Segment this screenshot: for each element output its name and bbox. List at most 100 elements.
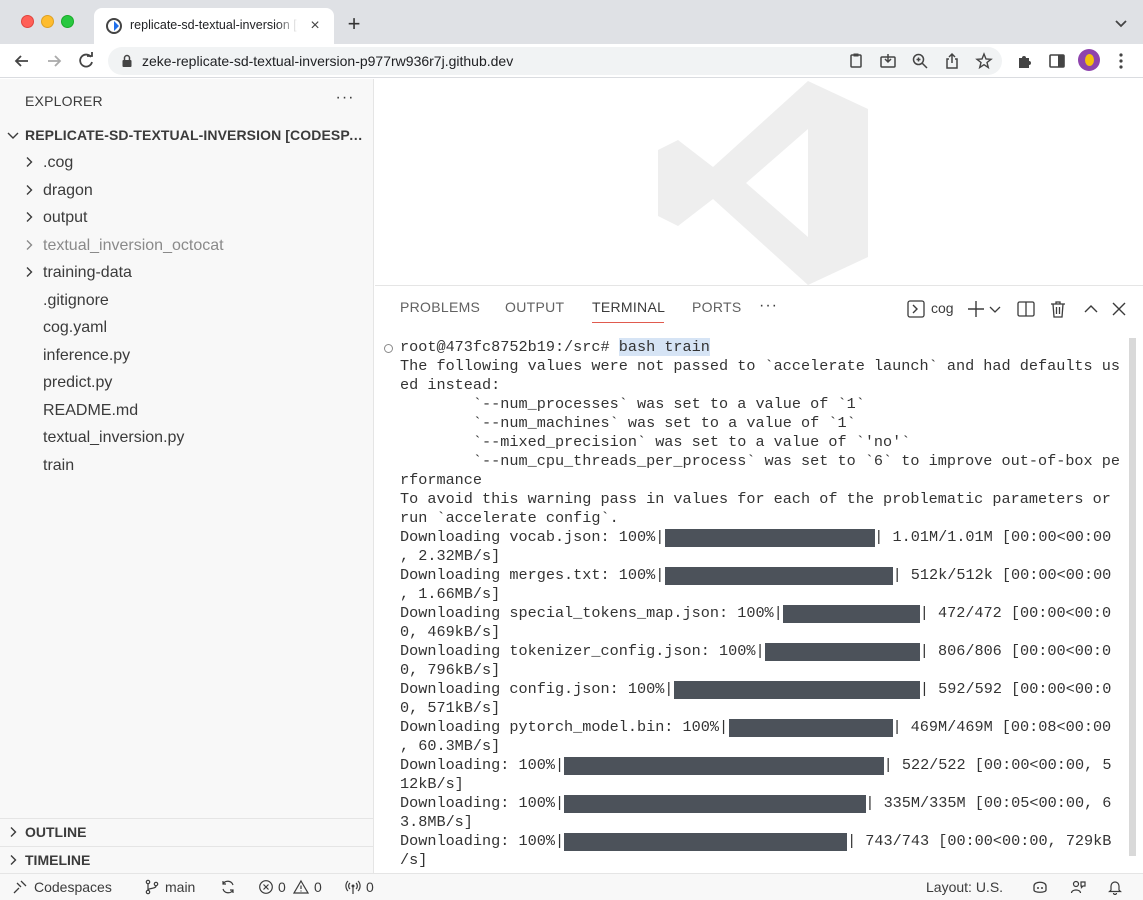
terminal-command: bash train <box>618 338 710 356</box>
branch-label[interactable]: main <box>165 879 195 895</box>
download-rate-line: 0, 469kB/s] <box>400 623 501 641</box>
vscode-logo-watermark-icon <box>658 81 868 285</box>
download-progress-bar <box>728 719 893 737</box>
warning-icon[interactable] <box>293 879 309 895</box>
tree-item-label: dragon <box>43 181 93 199</box>
terminal-prompt: root@473fc8752b19:/src# <box>400 338 619 356</box>
chevron-right-icon <box>26 157 33 167</box>
chevron-down-icon <box>7 132 19 139</box>
tree-file-item[interactable]: cog.yaml <box>0 315 374 341</box>
tab-search-chevron-icon[interactable] <box>1112 14 1130 32</box>
remote-indicator-icon[interactable] <box>12 879 28 895</box>
remote-label[interactable]: Codespaces <box>34 879 112 895</box>
browser-tab[interactable]: replicate-sd-textual-inversion [Codespac… <box>94 8 334 44</box>
side-panel-icon[interactable] <box>1048 52 1066 70</box>
download-progress-bar <box>664 567 894 585</box>
tree-file-item[interactable]: inference.py <box>0 343 374 369</box>
download-progress-bar <box>783 605 921 623</box>
browser-menu-icon[interactable] <box>1112 51 1130 71</box>
terminal-scrollbar[interactable] <box>1129 338 1136 856</box>
lock-icon[interactable] <box>120 54 134 68</box>
panel-more-icon[interactable]: ··· <box>759 297 778 315</box>
kill-terminal-trash-icon[interactable] <box>1048 299 1068 319</box>
terminal-output[interactable]: root@473fc8752b19:/src# bash train The f… <box>375 338 1130 870</box>
profile-avatar[interactable] <box>1078 49 1100 71</box>
sync-icon[interactable] <box>220 879 236 895</box>
tree-folder-item[interactable]: output <box>0 205 374 231</box>
tree-folder-item[interactable]: training-data <box>0 260 374 286</box>
address-bar[interactable]: zeke-replicate-sd-textual-inversion-p977… <box>108 47 1002 75</box>
tab-title: replicate-sd-textual-inversion [Codespac… <box>130 18 298 34</box>
minimize-window-button[interactable] <box>41 15 54 28</box>
notifications-bell-icon[interactable] <box>1107 879 1123 895</box>
tree-folder-item[interactable]: .cog <box>0 150 374 176</box>
new-tab-button[interactable]: + <box>342 12 366 36</box>
download-label: Downloading tokenizer_config.json: 100%| <box>400 642 765 660</box>
split-terminal-icon[interactable] <box>1016 299 1036 319</box>
tree-file-item[interactable]: textual_inversion.py <box>0 425 374 451</box>
bookmark-star-icon[interactable] <box>975 52 993 70</box>
tree-file-item[interactable]: .gitignore <box>0 288 374 314</box>
tree-file-item[interactable]: predict.py <box>0 370 374 396</box>
explorer-more-actions-icon[interactable]: ··· <box>334 89 356 111</box>
maximize-panel-chevron-up-icon[interactable] <box>1081 299 1101 319</box>
error-count[interactable]: 0 <box>278 879 286 895</box>
forward-arrow-icon[interactable] <box>43 50 65 72</box>
outline-section[interactable]: OUTLINE <box>0 818 374 844</box>
tree-item-label: training-data <box>43 264 132 281</box>
download-rate-line: 3.8MB/s] <box>400 813 473 831</box>
tab-problems[interactable]: PROBLEMS <box>400 299 480 315</box>
tree-file-item[interactable]: README.md <box>0 398 374 424</box>
download-stats: | 743/743 [00:00<00:00, 729kB <box>847 832 1112 850</box>
reload-icon[interactable] <box>75 50 97 72</box>
terminal-shell-name[interactable]: cog <box>931 300 954 316</box>
tree-file-item[interactable]: train <box>0 453 374 479</box>
tab-output[interactable]: OUTPUT <box>505 299 564 315</box>
download-stats: | 806/806 [00:00<00:0 <box>919 642 1112 660</box>
ports-count[interactable]: 0 <box>366 879 374 895</box>
download-rate-line: , 2.32MB/s] <box>400 547 501 565</box>
error-icon[interactable] <box>258 879 274 895</box>
download-progress-line: Downloading special_tokens_map.json: 100… <box>400 604 1111 622</box>
tree-folder-item[interactable]: textual_inversion_octocat <box>0 233 374 259</box>
download-progress-bar <box>673 681 921 699</box>
zoom-window-button[interactable] <box>61 15 74 28</box>
terminal-dropdown-chevron-icon[interactable] <box>988 299 1002 319</box>
warning-count[interactable]: 0 <box>314 879 322 895</box>
back-arrow-icon[interactable] <box>11 50 33 72</box>
url-text[interactable]: zeke-replicate-sd-textual-inversion-p977… <box>142 53 513 69</box>
terminal-line: The following values were not passed to … <box>400 357 1121 375</box>
keyboard-layout[interactable]: Layout: U.S. <box>926 879 1003 895</box>
terminal-line: ed instead: <box>400 376 501 394</box>
terminal-shell-icon <box>907 300 925 318</box>
install-app-icon[interactable] <box>879 52 897 70</box>
tree-item-label: README.md <box>43 401 139 419</box>
share-icon[interactable] <box>943 52 961 70</box>
tab-ports[interactable]: PORTS <box>692 299 741 315</box>
terminal-line: run `accelerate config`. <box>400 509 619 527</box>
outline-label: OUTLINE <box>25 824 87 840</box>
zoom-icon[interactable] <box>911 52 929 70</box>
git-branch-icon[interactable] <box>144 879 160 895</box>
close-window-button[interactable] <box>21 15 34 28</box>
download-label: Downloading config.json: 100%| <box>400 680 674 698</box>
command-decoration-icon[interactable] <box>384 344 393 353</box>
copilot-icon[interactable] <box>1031 879 1049 895</box>
terminal-prompt-line: root@473fc8752b19:/src# bash train <box>400 338 710 356</box>
tree-folder-item[interactable]: dragon <box>0 178 374 204</box>
feedback-icon[interactable] <box>1070 879 1086 895</box>
tab-close-icon[interactable]: × <box>306 17 324 35</box>
tab-terminal[interactable]: TERMINAL <box>592 299 665 315</box>
timeline-section[interactable]: TIMELINE <box>0 846 374 872</box>
ports-broadcast-icon[interactable] <box>345 879 361 895</box>
workspace-root-folder[interactable]: REPLICATE-SD-TEXTUAL-INVERSION [CODESPAC… <box>0 124 374 148</box>
download-progress-bar <box>564 757 884 775</box>
extensions-puzzle-icon[interactable] <box>1016 52 1034 70</box>
chevron-right-icon <box>10 855 17 865</box>
download-stats: | 472/472 [00:00<00:0 <box>919 604 1112 622</box>
close-panel-icon[interactable] <box>1109 299 1129 319</box>
clipboard-icon[interactable] <box>847 52 865 70</box>
download-stats: | 469M/469M [00:08<00:00 <box>892 718 1112 736</box>
new-terminal-plus-icon[interactable] <box>966 299 986 319</box>
download-rate-line: , 1.66MB/s] <box>400 585 501 603</box>
